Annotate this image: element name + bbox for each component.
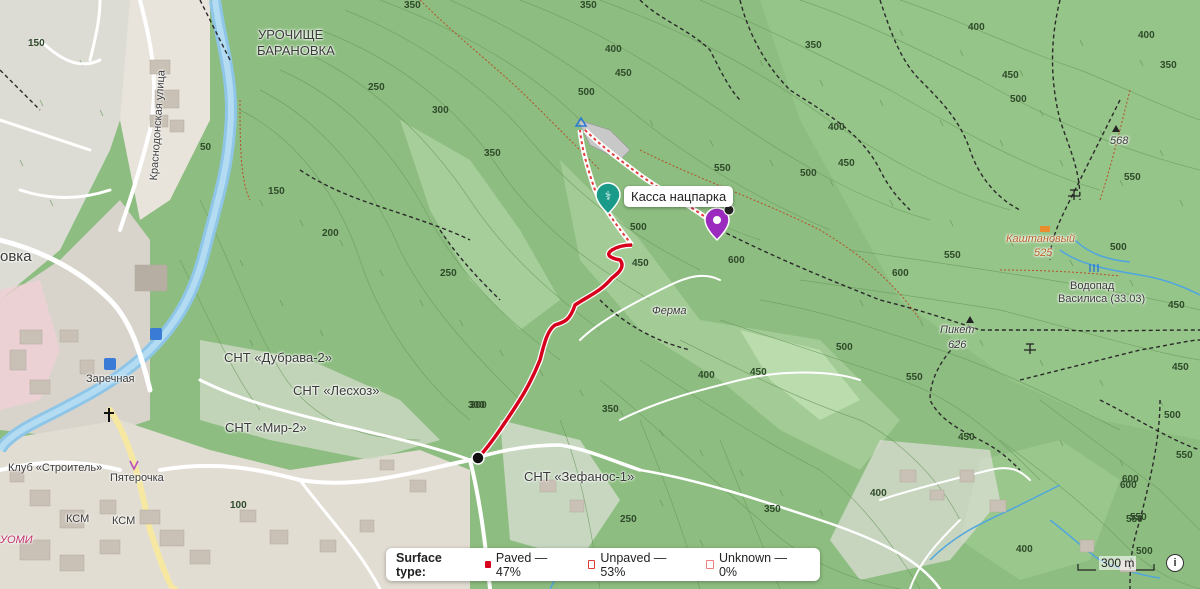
legend-label: Unpaved — 53% bbox=[600, 550, 667, 579]
contour-label: 500 bbox=[1010, 94, 1027, 105]
contour-label: 400 bbox=[968, 22, 985, 33]
contour-label: 350 bbox=[580, 0, 597, 11]
place-label: Водопад bbox=[1070, 280, 1115, 292]
contour-label: 450 bbox=[632, 258, 649, 269]
paved-swatch-icon bbox=[485, 561, 491, 568]
contour-label: 450 bbox=[615, 68, 632, 79]
place-label: УРОЧИЩЕ bbox=[258, 27, 324, 42]
peak-elevation: 626 bbox=[948, 339, 967, 351]
contour-label: 600 bbox=[1122, 474, 1139, 485]
legend-title: Surface type: bbox=[396, 550, 442, 579]
contour-label: 350 bbox=[404, 0, 421, 11]
contour-label: 350 bbox=[805, 40, 822, 51]
contour-label: 400 bbox=[698, 370, 715, 381]
contour-label: 250 bbox=[368, 82, 385, 93]
contour-label: 500 bbox=[836, 342, 853, 353]
peak-elevation: 568 bbox=[1110, 135, 1129, 147]
contour-label: 500 bbox=[800, 168, 817, 179]
legend-label: Unknown — 0% bbox=[718, 550, 788, 579]
legend-item-unpaved[interactable]: Unpaved — 53% bbox=[587, 550, 693, 579]
place-label: СНТ «Зефанос-1» bbox=[524, 469, 635, 484]
route-start-marker[interactable] bbox=[471, 451, 485, 465]
contour-label: 450 bbox=[750, 367, 767, 378]
contour-label: 550 bbox=[906, 372, 923, 383]
legend-label: Paved — 47% bbox=[495, 550, 548, 579]
contour-label: 350 bbox=[602, 404, 619, 415]
contour-label: 50 bbox=[200, 142, 212, 153]
landmark-icon bbox=[1040, 226, 1050, 232]
info-icon[interactable]: i bbox=[1166, 554, 1184, 572]
contour-label: 350 bbox=[484, 148, 501, 159]
contour-label: 250 bbox=[440, 268, 457, 279]
place-label: КСМ bbox=[112, 515, 136, 527]
peak-label: Пикет bbox=[940, 324, 975, 336]
contour-label: 400 bbox=[828, 122, 845, 133]
place-label: КСМ bbox=[66, 513, 90, 525]
contour-label: 450 bbox=[1168, 300, 1185, 311]
legend-item-unknown[interactable]: Unknown — 0% bbox=[706, 551, 806, 579]
svg-text:⚕: ⚕ bbox=[605, 189, 612, 203]
place-label: БАРАНОВКА bbox=[257, 43, 335, 58]
contour-label: 350 bbox=[764, 504, 781, 515]
contour-label: 400 bbox=[870, 488, 887, 499]
contour-label: 450 bbox=[1002, 70, 1019, 81]
contour-label: 400 bbox=[1138, 30, 1155, 41]
ticket-office-callout[interactable]: Касса нацпарка bbox=[624, 186, 734, 207]
contour-label: 300 bbox=[470, 400, 487, 411]
place-label: СНТ «Дубрава-2» bbox=[224, 350, 332, 365]
contour-label: 400 bbox=[605, 44, 622, 55]
legend-item-paved[interactable]: Paved — 47% bbox=[485, 551, 573, 579]
contour-label: 450 bbox=[1172, 362, 1189, 373]
place-label: Клуб «Строитель» bbox=[8, 462, 103, 474]
contour-label: 350 bbox=[1160, 60, 1177, 71]
contour-label: 550 bbox=[1176, 450, 1193, 461]
contour-label: 600 bbox=[892, 268, 909, 279]
contour-label: 450 bbox=[838, 158, 855, 169]
contour-label: 100 bbox=[230, 500, 247, 511]
surface-type-legend: Surface type: Paved — 47% Unpaved — 53% … bbox=[386, 548, 820, 581]
contour-label: 500 bbox=[1110, 242, 1127, 253]
unknown-swatch-icon bbox=[706, 560, 714, 569]
unpaved-swatch-icon bbox=[587, 560, 596, 569]
place-label: СНТ «Лесхоз» bbox=[293, 383, 380, 398]
contour-label: 550 bbox=[944, 250, 961, 261]
bus-stop-icon[interactable] bbox=[104, 358, 116, 370]
bus-stop-icon[interactable] bbox=[150, 328, 162, 340]
contour-label: 400 bbox=[1016, 544, 1033, 555]
contour-label: 500 bbox=[630, 222, 647, 233]
contour-label: 450 bbox=[958, 432, 975, 443]
contour-label: 150 bbox=[268, 186, 285, 197]
place-label: СНТ «Мир-2» bbox=[225, 420, 307, 435]
place-label: Василиса (33.03) bbox=[1058, 293, 1146, 305]
place-label: овка bbox=[0, 248, 32, 265]
contour-label: 500 bbox=[1164, 410, 1181, 421]
place-label: Каштановый bbox=[1006, 233, 1076, 245]
contour-label: 150 bbox=[28, 38, 45, 49]
contour-label: 550 bbox=[714, 163, 731, 174]
contour-label: 300 bbox=[432, 105, 449, 116]
contour-label: 500 bbox=[578, 87, 595, 98]
contour-label: 600 bbox=[728, 255, 745, 266]
place-label: УОМИ bbox=[0, 534, 33, 546]
place-label: Пятерочка bbox=[110, 472, 164, 484]
contour-label: 550 bbox=[1124, 172, 1141, 183]
place-label: 525 bbox=[1034, 247, 1053, 259]
topographic-map[interactable]: ⚕ bbox=[0, 0, 1200, 589]
place-label: Ферма bbox=[652, 305, 687, 317]
scale-label: 300 m bbox=[1099, 556, 1137, 570]
contour-label: 550 bbox=[1130, 512, 1147, 523]
contour-label: 200 bbox=[322, 228, 339, 239]
place-label: Заречная bbox=[86, 373, 135, 385]
contour-label: 250 bbox=[620, 514, 637, 525]
